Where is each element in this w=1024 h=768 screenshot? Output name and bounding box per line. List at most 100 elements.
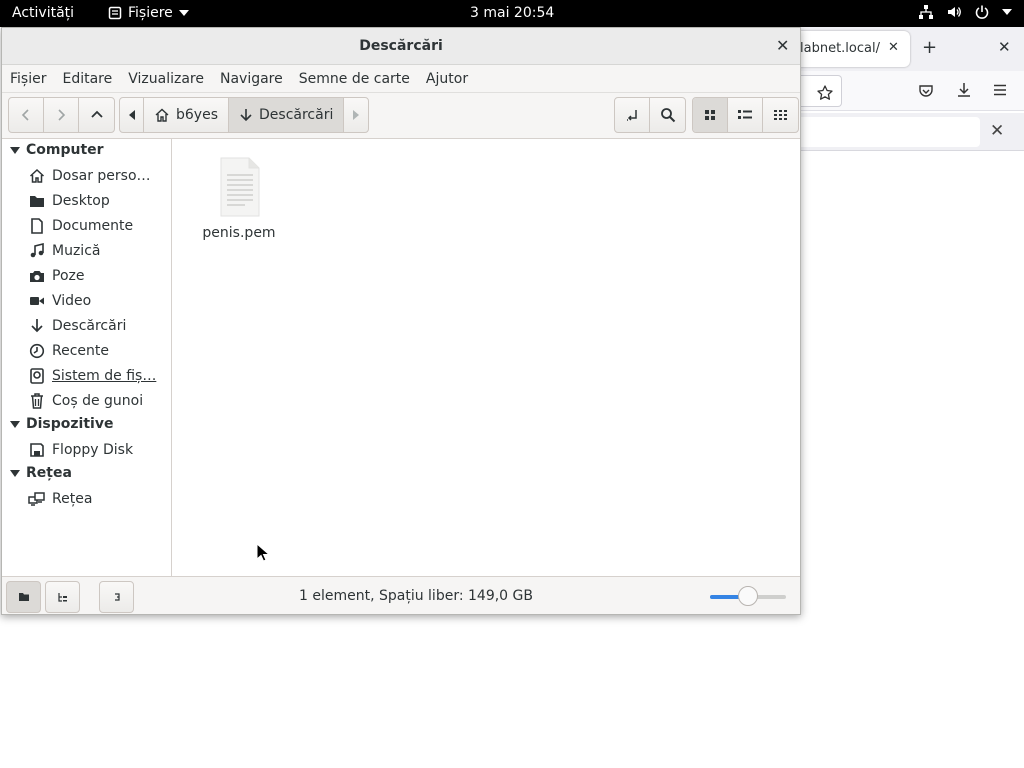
path-scroll-left-button[interactable] (120, 98, 144, 132)
expander-icon (10, 420, 20, 428)
sidebar-item-videos[interactable]: Video (28, 292, 91, 310)
menu-view[interactable]: Vizualizare (128, 71, 204, 87)
sidebar-item-network[interactable]: Rețea (28, 490, 92, 508)
url-bar[interactable] (800, 75, 842, 107)
sidebar-section-devices[interactable]: Dispozitive (10, 416, 113, 432)
sidebar-item-desktop[interactable]: Desktop (28, 192, 110, 210)
download-icon (28, 317, 46, 335)
sidebar-item-recent[interactable]: Recente (28, 342, 109, 360)
menu-bar: Fișier Editare Vizualizare Navigare Semn… (2, 65, 800, 93)
chevron-down-icon (178, 10, 189, 16)
sidebar-section-title: Rețea (26, 465, 72, 481)
app-menu-button[interactable]: Fișiere (108, 5, 189, 21)
network-icon (919, 5, 933, 19)
browser-window: labnet.local/ ✕ + ✕ ✕ (800, 27, 1024, 768)
menu-go[interactable]: Navigare (220, 71, 283, 87)
sidebar-item-label: Floppy Disk (52, 442, 134, 458)
parent-folder-button[interactable] (79, 98, 114, 132)
notification-field (800, 117, 980, 147)
browser-tab-strip: labnet.local/ ✕ + ✕ (800, 27, 1024, 71)
sidebar-item-label: Documente (52, 218, 134, 234)
folder-icon (28, 192, 46, 210)
browser-close-button[interactable]: ✕ (998, 38, 1011, 56)
search-icon (660, 108, 675, 123)
triangle-right-icon (353, 110, 360, 120)
sidebar-item-label: Descărcări (52, 318, 127, 334)
browser-tab[interactable]: labnet.local/ ✕ (800, 31, 910, 67)
search-button[interactable] (650, 98, 685, 132)
triangle-left-icon (128, 110, 135, 120)
breadcrumb-home[interactable]: b6yes (144, 98, 229, 132)
clock-icon (28, 342, 46, 360)
system-tray[interactable] (918, 4, 1012, 20)
activities-button[interactable]: Activități (12, 5, 74, 21)
close-tab-icon[interactable]: ✕ (888, 40, 899, 55)
menu-bookmarks[interactable]: Semne de carte (299, 71, 410, 87)
file-manager-window: Descărcări ✕ Fișier Editare Vizualizare … (1, 27, 801, 615)
bookmark-star-icon[interactable] (816, 84, 834, 102)
chevron-up-icon (90, 110, 103, 118)
file-view[interactable]: penis.pem (173, 139, 800, 576)
title-bar[interactable]: Descărcări ✕ (2, 28, 800, 65)
text-file-icon (220, 157, 260, 217)
sidebar-item-home[interactable]: Dosar perso… (28, 167, 151, 185)
breadcrumb-downloads[interactable]: Descărcări (229, 98, 345, 132)
menu-file[interactable]: Fișier (10, 71, 46, 87)
pocket-icon[interactable] (918, 83, 934, 99)
sidebar-item-label: Video (52, 293, 92, 309)
close-notification-icon[interactable]: ✕ (990, 121, 1004, 141)
sidebar-item-downloads[interactable]: Descărcări (28, 317, 126, 335)
menu-edit[interactable]: Editare (62, 71, 112, 87)
sidebar-item-label: Dosar perso… (52, 168, 151, 184)
sidebar-item-filesystem[interactable]: Sistem de fiș… (28, 367, 156, 385)
navigation-buttons (8, 97, 115, 133)
notification-bar: ✕ (800, 113, 1024, 151)
sidebar-item-music[interactable]: Muzică (28, 242, 100, 260)
breadcrumb-label: b6yes (176, 107, 218, 123)
app-menu-label: Fișiere (128, 5, 173, 21)
sidebar-section-computer[interactable]: Computer (10, 142, 104, 158)
zoom-slider[interactable] (710, 586, 786, 606)
hamburger-menu-icon[interactable] (992, 82, 1008, 98)
new-tab-button[interactable]: + (922, 37, 937, 58)
sidebar-item-label: Sistem de fiș… (52, 368, 157, 384)
sidebar-item-trash[interactable]: Coș de gunoi (28, 392, 143, 410)
path-scroll-right-button[interactable] (344, 98, 368, 132)
list-view-button[interactable] (728, 98, 763, 132)
files-app-icon (108, 6, 122, 20)
sidebar-item-label: Muzică (52, 243, 101, 259)
music-icon (28, 242, 46, 260)
menu-help[interactable]: Ajutor (426, 71, 468, 87)
file-name: penis.pem (202, 225, 276, 241)
back-button[interactable] (9, 98, 44, 132)
sidebar-item-pictures[interactable]: Poze (28, 267, 84, 285)
video-icon (28, 292, 46, 310)
download-icon (240, 109, 252, 122)
sidebar-item-documents[interactable]: Documente (28, 217, 133, 235)
chevron-right-icon (58, 109, 66, 121)
top-bar: Activități Fișiere 3 mai 20:54 (0, 0, 1024, 27)
breadcrumb-label: Descărcări (259, 107, 334, 123)
forward-button[interactable] (44, 98, 79, 132)
drive-icon (28, 367, 46, 385)
sidebar-item-floppy[interactable]: Floppy Disk (28, 441, 133, 459)
sidebar-section-network[interactable]: Rețea (10, 465, 72, 481)
home-icon (28, 167, 46, 185)
open-location-button[interactable] (615, 98, 650, 132)
zoom-slider-handle[interactable] (738, 586, 758, 606)
window-title: Descărcări (359, 38, 443, 54)
downloads-icon[interactable] (955, 81, 973, 99)
view-options-icon (773, 110, 787, 120)
volume-icon (948, 7, 961, 17)
mouse-cursor-icon (256, 543, 270, 562)
trash-icon (28, 392, 46, 410)
file-item[interactable]: penis.pem (197, 153, 281, 241)
close-window-button[interactable]: ✕ (776, 36, 789, 55)
expander-icon (10, 146, 20, 154)
sidebar-item-label: Poze (52, 268, 85, 284)
view-options-button[interactable] (763, 98, 798, 132)
grid-view-button[interactable] (693, 98, 728, 132)
power-icon (975, 5, 989, 19)
home-icon (155, 108, 169, 122)
clock[interactable]: 3 mai 20:54 (470, 5, 554, 21)
